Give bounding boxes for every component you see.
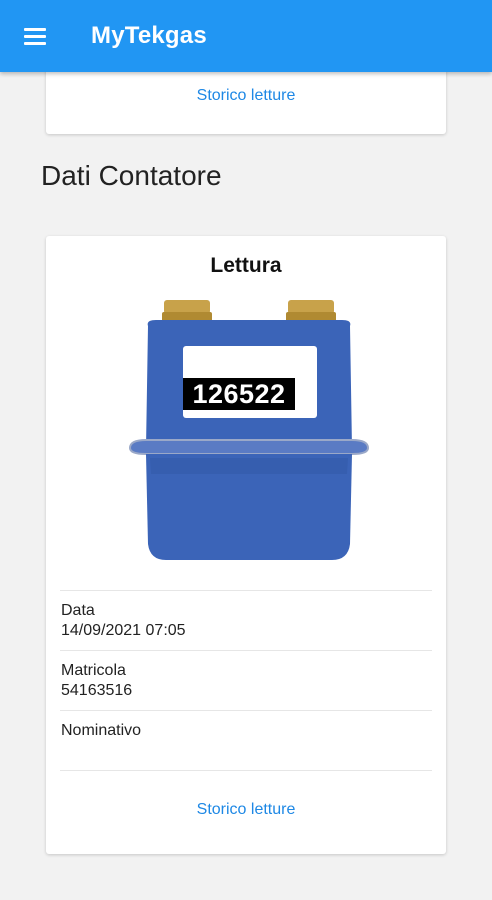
gas-meter-icon	[128, 300, 370, 560]
section-title: Dati Contatore	[41, 160, 222, 191]
app-bar: MyTekgas	[0, 0, 492, 72]
storico-letture-link[interactable]: Storico letture	[46, 801, 446, 819]
meter-shadow	[150, 458, 348, 474]
field-label-nominativo: Nominativo	[61, 722, 142, 739]
storico-letture-link-top[interactable]: Storico letture	[46, 87, 446, 105]
menu-line	[24, 41, 46, 45]
field-row-data: Data 14/09/2021 07:05	[60, 590, 432, 650]
field-row-matricola: Matricola 54163516	[60, 650, 432, 710]
field-value-data: 14/09/2021 07:05	[61, 622, 186, 639]
meter-card: Lettura 126522 Data 14/09/2021 07:05 Mat…	[46, 236, 446, 854]
meter-connector	[288, 300, 334, 314]
menu-line	[24, 34, 46, 38]
meter-connector	[164, 300, 210, 314]
field-row-nominativo: Nominativo	[60, 710, 432, 770]
field-label-matricola: Matricola	[61, 662, 126, 679]
field-value-matricola: 54163516	[61, 682, 133, 699]
divider	[60, 770, 432, 771]
app-title: MyTekgas	[91, 22, 207, 49]
meter-band	[128, 439, 370, 455]
menu-icon[interactable]	[18, 22, 52, 50]
field-label-data: Data	[61, 602, 95, 619]
card-heading: Lettura	[210, 254, 282, 277]
menu-line	[24, 27, 46, 31]
meter-reading-value: 126522	[183, 378, 295, 410]
